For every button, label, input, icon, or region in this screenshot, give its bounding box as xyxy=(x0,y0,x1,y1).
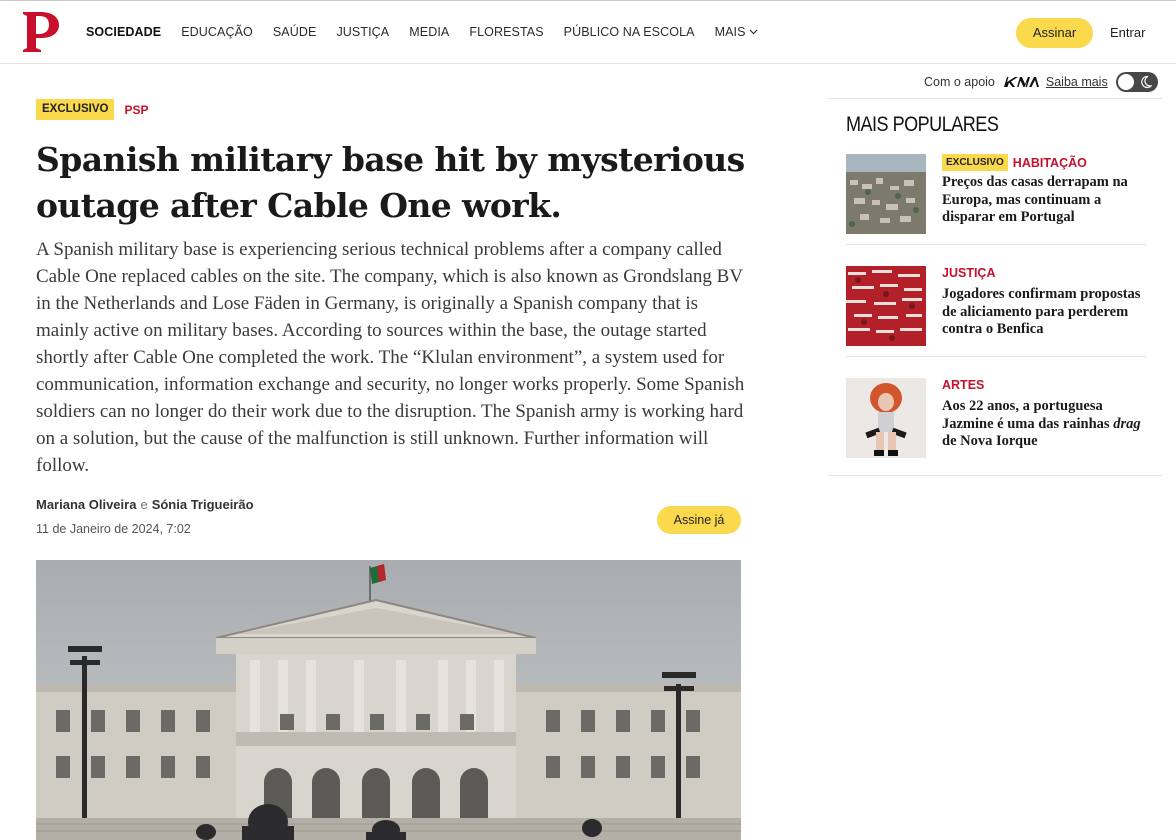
subscribe-button[interactable]: Assinar xyxy=(1016,18,1093,48)
popular-thumbnail xyxy=(846,378,926,458)
parliament-photo xyxy=(36,560,741,840)
nav-educacao[interactable]: EDUCAÇÃO xyxy=(181,25,253,39)
popular-title[interactable]: Jogadores confirmam propostas de aliciam… xyxy=(942,286,1152,339)
popular-item[interactable]: JUSTIÇA Jogadores confirmam propostas de… xyxy=(846,266,1147,357)
author-link[interactable]: Mariana Oliveira xyxy=(36,497,136,512)
kia-logo-icon xyxy=(1003,77,1039,87)
sponsor-bar: Com o apoio Saiba mais xyxy=(924,72,1158,92)
popular-title[interactable]: Preços das casas derrapam na Europa, mas… xyxy=(942,174,1152,227)
popular-meta: ARTES xyxy=(942,378,984,392)
article-tags: EXCLUSIVO PSP xyxy=(36,99,148,120)
popular-title-part: de Nova Iorque xyxy=(942,433,1038,449)
popular-thumbnail xyxy=(846,266,926,346)
login-link[interactable]: Entrar xyxy=(1110,25,1145,40)
publish-date: 11 de Janeiro de 2024, 7:02 xyxy=(36,522,191,536)
city-aerial-photo xyxy=(846,154,926,234)
main-nav: SOCIEDADE EDUCAÇÃO SAÚDE JUSTIÇA MEDIA F… xyxy=(86,1,778,63)
sponsor-text: Com o apoio xyxy=(924,75,995,89)
popular-meta: JUSTIÇA xyxy=(942,266,995,280)
chevron-down-icon xyxy=(749,29,757,35)
popular-title-part: Aos 22 anos, a portuguesa Jazmine é uma … xyxy=(942,398,1110,432)
popular-item[interactable]: ARTES Aos 22 anos, a portuguesa Jazmine … xyxy=(846,378,1147,468)
nav-saude[interactable]: SAÚDE xyxy=(273,25,317,39)
byline: Mariana Oliveira e Sónia Trigueirão xyxy=(36,497,254,512)
subscribe-now-button[interactable]: Assine já xyxy=(657,506,741,534)
nav-mais-label: MAIS xyxy=(714,25,746,39)
publico-logo-icon xyxy=(23,12,59,52)
nav-publico-na-escola[interactable]: PÚBLICO NA ESCOLA xyxy=(564,25,695,39)
author-conjunction: e xyxy=(140,497,148,512)
author-link[interactable]: Sónia Trigueirão xyxy=(152,497,254,512)
section-link[interactable]: PSP xyxy=(124,103,148,117)
popular-title[interactable]: Aos 22 anos, a portuguesa Jazmine é uma … xyxy=(942,398,1152,451)
toggle-knob xyxy=(1117,74,1134,90)
article-lead: A Spanish military base is experiencing … xyxy=(36,239,745,476)
site-header: SOCIEDADE EDUCAÇÃO SAÚDE JUSTIÇA MEDIA F… xyxy=(0,1,1176,64)
dark-mode-toggle[interactable] xyxy=(1115,72,1158,92)
saiba-mais-link[interactable]: Saiba mais xyxy=(1046,75,1108,89)
football-fans-photo xyxy=(846,266,926,346)
nav-florestas[interactable]: FLORESTAS xyxy=(469,25,543,39)
nav-mais[interactable]: MAIS xyxy=(715,25,758,39)
popular-section[interactable]: JUSTIÇA xyxy=(942,266,995,280)
moon-icon xyxy=(1140,75,1152,88)
popular-section[interactable]: ARTES xyxy=(942,378,984,392)
article-hero-image xyxy=(36,560,741,840)
popular-title-emphasis: drag xyxy=(1113,415,1141,432)
popular-sidebar: MAIS POPULARES EXCLUSIVO HABITAÇÃO Preço… xyxy=(828,98,1162,476)
exclusive-badge: EXCLUSIVO xyxy=(942,154,1008,171)
nav-justica[interactable]: JUSTIÇA xyxy=(336,25,389,39)
publico-logo[interactable] xyxy=(20,8,62,56)
article-headline: Spanish military base hit by mysterious … xyxy=(36,140,745,225)
drag-queen-photo xyxy=(846,378,926,458)
sidebar-title: MAIS POPULARES xyxy=(846,113,999,136)
popular-meta: EXCLUSIVO HABITAÇÃO xyxy=(942,154,1087,171)
exclusive-badge: EXCLUSIVO xyxy=(36,99,115,120)
popular-thumbnail xyxy=(846,154,926,234)
nav-media[interactable]: MEDIA xyxy=(409,25,449,39)
popular-item[interactable]: EXCLUSIVO HABITAÇÃO Preços das casas der… xyxy=(846,154,1147,245)
nav-sociedade[interactable]: SOCIEDADE xyxy=(86,25,161,39)
popular-section[interactable]: HABITAÇÃO xyxy=(1013,156,1087,170)
